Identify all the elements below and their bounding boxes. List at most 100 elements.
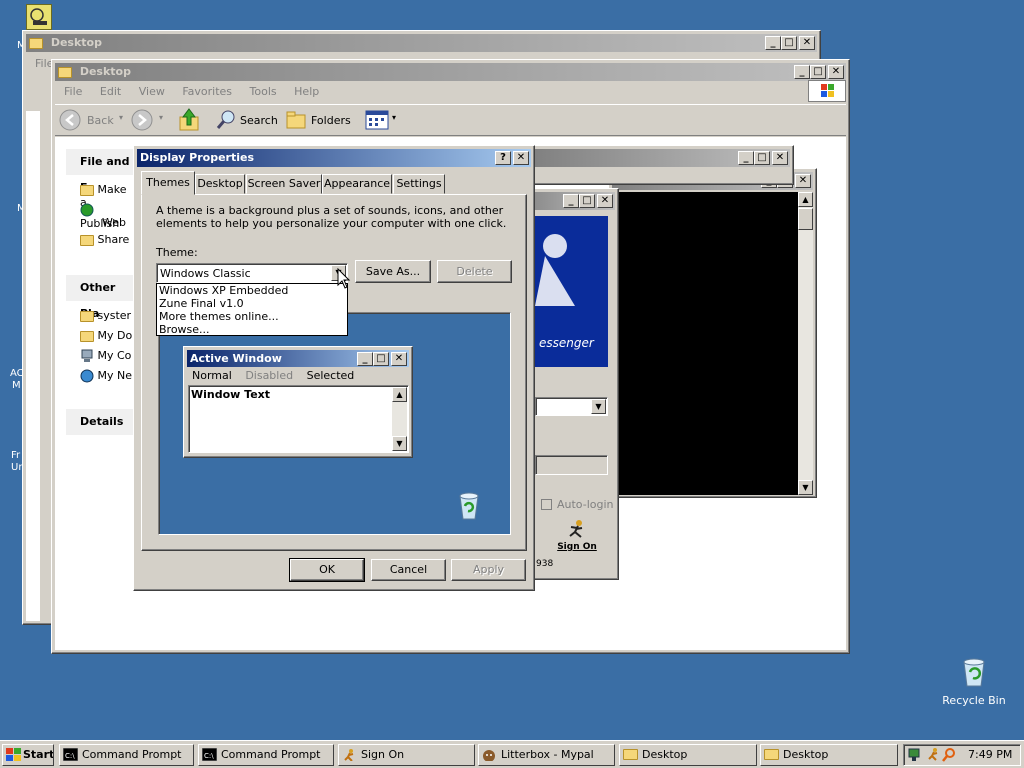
screen-name-dropdown[interactable]: ▼: [535, 397, 608, 416]
menu-favorites[interactable]: Favorites: [182, 85, 232, 98]
taskbar-button-sign-on[interactable]: Sign On: [338, 744, 475, 766]
clock[interactable]: 7:49 PM: [968, 748, 1012, 761]
taskbar-button-command-prompt-1[interactable]: C:\ Command Prompt: [59, 744, 194, 766]
theme-option[interactable]: Zune Final v1.0: [157, 297, 347, 310]
maximize-button[interactable]: □: [810, 65, 826, 79]
forward-button[interactable]: ▾: [131, 109, 163, 134]
taskbar-button-command-prompt-2[interactable]: C:\ Command Prompt: [198, 744, 334, 766]
search-button[interactable]: Search: [215, 109, 278, 131]
delete-button[interactable]: Delete: [437, 260, 512, 283]
windows-logo-icon: [6, 748, 21, 761]
menu-view[interactable]: View: [139, 85, 165, 98]
task-pane: File and F Make a Publish Web Share Othe…: [66, 145, 136, 650]
theme-label: Theme:: [156, 246, 198, 259]
taskbar-button-desktop-2[interactable]: Desktop: [760, 744, 898, 766]
theme-option[interactable]: More themes online...: [157, 310, 347, 323]
tab-screen-saver[interactable]: Screen Saver: [246, 174, 322, 194]
scroll-down-button[interactable]: ▼: [798, 480, 813, 495]
theme-option[interactable]: Browse...: [157, 323, 347, 336]
title-bar[interactable]: Desktop _ □ ✕: [26, 34, 817, 52]
menu-tools[interactable]: Tools: [250, 85, 277, 98]
start-button[interactable]: Start: [2, 744, 54, 766]
menu-file[interactable]: File: [64, 85, 82, 98]
scroll-thumb[interactable]: [798, 208, 813, 230]
close-icon: ✕: [391, 352, 407, 366]
command-prompt-icon: C:\: [202, 748, 217, 761]
apply-button[interactable]: Apply: [451, 559, 526, 581]
tab-label: Themes: [146, 176, 190, 189]
theme-select[interactable]: Windows Classic ▼: [156, 263, 348, 283]
minimize-button[interactable]: _: [765, 36, 781, 50]
menu-edit[interactable]: Edit: [100, 85, 121, 98]
other-place-my-network[interactable]: My Ne: [80, 369, 132, 383]
taskbar-button-desktop-1[interactable]: Desktop: [619, 744, 757, 766]
menu-help[interactable]: Help: [294, 85, 319, 98]
title-bar[interactable]: Display Properties ? ✕: [137, 149, 531, 167]
auto-login-label: Auto-login: [557, 498, 614, 511]
theme-dropdown-list[interactable]: Windows XP Embedded Zune Final v1.0 More…: [156, 283, 348, 336]
minimize-button[interactable]: _: [738, 151, 754, 165]
taskbar-button-litterbox[interactable]: Litterbox - Mypal: [478, 744, 615, 766]
title-bar[interactable]: _ □ ✕: [532, 149, 790, 167]
file-task-share[interactable]: Share: [80, 233, 129, 246]
recycle-bin-label: Recycle Bin: [942, 694, 1006, 707]
ok-button[interactable]: OK: [289, 558, 365, 582]
views-button[interactable]: ▾: [365, 109, 396, 134]
network-tray-icon[interactable]: [908, 747, 922, 763]
up-folder-button[interactable]: [177, 107, 201, 136]
window-behind-dialog[interactable]: _ □ ✕: [528, 145, 794, 185]
other-place-my-documents[interactable]: My Do: [80, 329, 132, 342]
close-button[interactable]: ✕: [799, 36, 815, 50]
password-field[interactable]: [535, 455, 608, 475]
folder-icon: [764, 749, 779, 760]
running-man-icon: [344, 749, 354, 761]
other-place-label: My Ne: [97, 369, 133, 382]
minimize-button[interactable]: _: [794, 65, 810, 79]
taskbar-button-label: Desktop: [783, 748, 829, 761]
auto-login-checkbox[interactable]: [541, 499, 552, 510]
cancel-button[interactable]: Cancel: [371, 559, 446, 581]
details-title: Details: [66, 409, 136, 435]
save-as-button[interactable]: Save As...: [355, 260, 431, 283]
close-button[interactable]: ✕: [795, 174, 811, 188]
chevron-down-icon: ▾: [392, 113, 397, 122]
toolbar: Back ▾ ▾ Search Folders ▾: [55, 104, 846, 136]
messenger-tray-icon[interactable]: [926, 747, 940, 763]
tab-desktop[interactable]: Desktop: [195, 174, 245, 194]
close-button[interactable]: ✕: [597, 194, 613, 208]
tab-appearance[interactable]: Appearance: [322, 174, 392, 194]
tab-label: Screen Saver: [247, 177, 321, 190]
window-console[interactable]: _ □ ✕ ▲ ▼: [608, 168, 817, 498]
close-button[interactable]: ✕: [772, 151, 788, 165]
vertical-scrollbar[interactable]: ▲ ▼: [798, 192, 813, 495]
theme-option[interactable]: Windows XP Embedded: [157, 284, 347, 297]
close-button[interactable]: ✕: [828, 65, 844, 79]
start-label: Start: [23, 748, 54, 761]
back-button[interactable]: Back ▾: [59, 109, 123, 131]
maximize-button[interactable]: □: [781, 36, 797, 50]
maximize-button[interactable]: □: [754, 151, 770, 165]
tab-themes[interactable]: Themes: [141, 171, 195, 195]
folders-label: Folders: [311, 114, 351, 127]
chevron-down-icon[interactable]: ▼: [591, 399, 606, 414]
sign-on-button[interactable]: Sign On: [557, 519, 597, 555]
console-output[interactable]: [613, 192, 798, 495]
button-label: Save As...: [365, 265, 421, 278]
svg-text:C:\: C:\: [204, 752, 214, 760]
search-tray-icon[interactable]: [942, 747, 956, 763]
help-button[interactable]: ?: [495, 151, 511, 165]
scroll-up-button[interactable]: ▲: [798, 192, 813, 207]
tab-settings[interactable]: Settings: [393, 174, 445, 194]
recycle-bin-icon[interactable]: [958, 656, 990, 688]
maximize-icon: □: [373, 352, 389, 366]
folders-button[interactable]: Folders: [285, 109, 351, 131]
other-place-system[interactable]: syster: [80, 309, 131, 322]
desktop-icon-top[interactable]: [26, 4, 52, 30]
close-button[interactable]: ✕: [513, 151, 529, 165]
scroll-down-icon: ▼: [392, 436, 407, 451]
folder-icon: [58, 66, 72, 78]
title-bar[interactable]: Desktop _ □ ✕: [55, 63, 846, 81]
minimize-button[interactable]: _: [563, 194, 579, 208]
maximize-button[interactable]: □: [579, 194, 595, 208]
other-place-my-computer[interactable]: My Co: [80, 349, 131, 363]
